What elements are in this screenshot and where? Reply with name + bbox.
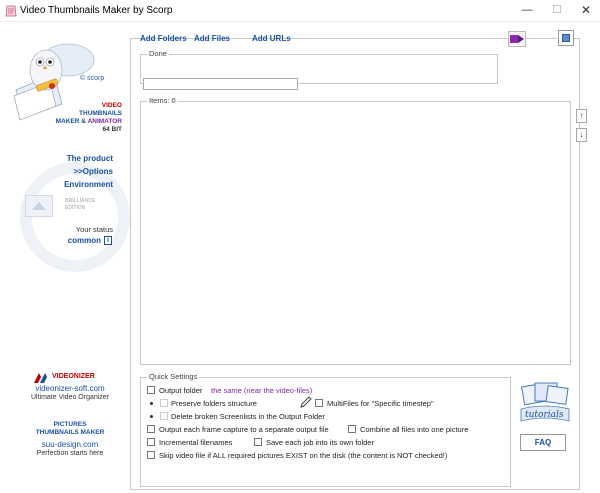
tutorials-icon — [520, 382, 570, 422]
run-button[interactable] — [508, 31, 526, 47]
brand-line-3: MAKER & ANIMATOR — [55, 118, 122, 125]
add-folders-link[interactable]: Add Folders — [140, 34, 187, 43]
scorp-label: © scorp — [80, 75, 105, 82]
minimize-button[interactable]: — — [515, 2, 539, 18]
separate-output-label: Output each frame capture to a separate … — [159, 425, 329, 434]
progress-bar — [143, 78, 298, 90]
sidebar: © scorp VIDEO THUMBNAILS MAKER & ANIMATO… — [0, 22, 130, 493]
add-files-link[interactable]: Add Files — [194, 34, 230, 43]
nav-options[interactable]: >>Options — [0, 167, 113, 176]
move-up-button[interactable]: ↑ — [576, 109, 587, 123]
skip-existing-checkbox[interactable] — [147, 451, 155, 459]
combine-checkbox[interactable] — [348, 425, 356, 433]
view-mode-button[interactable] — [558, 30, 574, 46]
nav-the-product[interactable]: The product — [0, 154, 113, 163]
product-brand: VIDEO THUMBNAILS MAKER & ANIMATOR 64 BIT — [0, 102, 122, 134]
multifiles-label: MultiFiles for "Specific timestep" — [327, 399, 434, 408]
brilliance-edition-label: BRILLIANCE EDITION — [65, 198, 96, 211]
tutorials-label: tutorials — [525, 410, 564, 420]
incremental-label: Incremental filenames — [159, 438, 233, 447]
skip-existing-label: Skip video file if ALL required pictures… — [159, 451, 448, 460]
quick-settings-label: Quick Settings — [147, 372, 200, 381]
brilliance-edition-icon — [25, 195, 53, 217]
title-bar: Video Thumbnails Maker by Scorp — ☐ ✕ — [0, 0, 600, 22]
bullet — [150, 402, 153, 405]
pictures-subtitle: Perfection starts here — [36, 450, 104, 457]
status-value: common — [67, 236, 101, 245]
videonizer-link[interactable]: videonizer-soft.com — [0, 384, 140, 393]
add-urls-link[interactable]: Add URLs — [252, 34, 291, 43]
close-button[interactable]: ✕ — [574, 2, 598, 18]
window-title: Video Thumbnails Maker by Scorp — [20, 5, 173, 16]
status-label: Your status — [75, 225, 113, 234]
maximize-button[interactable]: ☐ — [545, 2, 569, 18]
delete-broken-checkbox[interactable] — [160, 412, 168, 420]
incremental-checkbox[interactable] — [147, 438, 155, 446]
app-icon — [5, 5, 17, 17]
delete-broken-label: Delete broken Screenlists in the Output … — [171, 412, 325, 421]
window-icon — [562, 34, 570, 42]
info-icon[interactable]: i — [104, 236, 112, 245]
pencil-icon[interactable] — [299, 396, 312, 409]
videonizer-logo-icon — [34, 373, 47, 383]
separate-output-checkbox[interactable] — [147, 425, 155, 433]
tutorials-button[interactable]: tutorials — [517, 381, 573, 427]
save-each-label: Save each job into its own folder — [266, 438, 374, 447]
brand-line-4: 64 BIT — [102, 126, 122, 133]
suu-design-link[interactable]: suu-design.com — [0, 440, 140, 449]
items-list[interactable]: Items: 0 — [140, 96, 571, 365]
videonizer-title: VIDEONIZER — [52, 373, 95, 380]
nav-environment[interactable]: Environment — [0, 180, 113, 189]
done-label: Done — [147, 49, 169, 58]
preserve-structure-label: Preserve folders structure — [171, 399, 257, 408]
faq-button[interactable]: FAQ — [520, 434, 566, 451]
output-folder-value[interactable]: the same (near the video-files) — [211, 386, 312, 395]
videonizer-subtitle: Ultimate Video Organizer — [30, 394, 110, 401]
items-count-label: Items: 0 — [147, 96, 178, 105]
save-each-checkbox[interactable] — [254, 438, 262, 446]
output-folder-checkbox[interactable] — [147, 386, 155, 394]
output-folder-label: Output folder — [159, 386, 203, 395]
preserve-structure-checkbox[interactable] — [160, 399, 168, 407]
run-icon — [510, 35, 524, 43]
brand-line-1: VIDEO — [101, 102, 122, 109]
move-down-button[interactable]: ↓ — [576, 128, 587, 142]
brand-line-2: THUMBNAILS — [79, 110, 122, 117]
combine-label: Combine all files into one picture — [360, 425, 469, 434]
bullet — [150, 415, 153, 418]
multifiles-checkbox[interactable] — [315, 399, 323, 407]
pictures-thumbnails-title: PICTURES THUMBNAILS MAKER — [35, 421, 105, 436]
